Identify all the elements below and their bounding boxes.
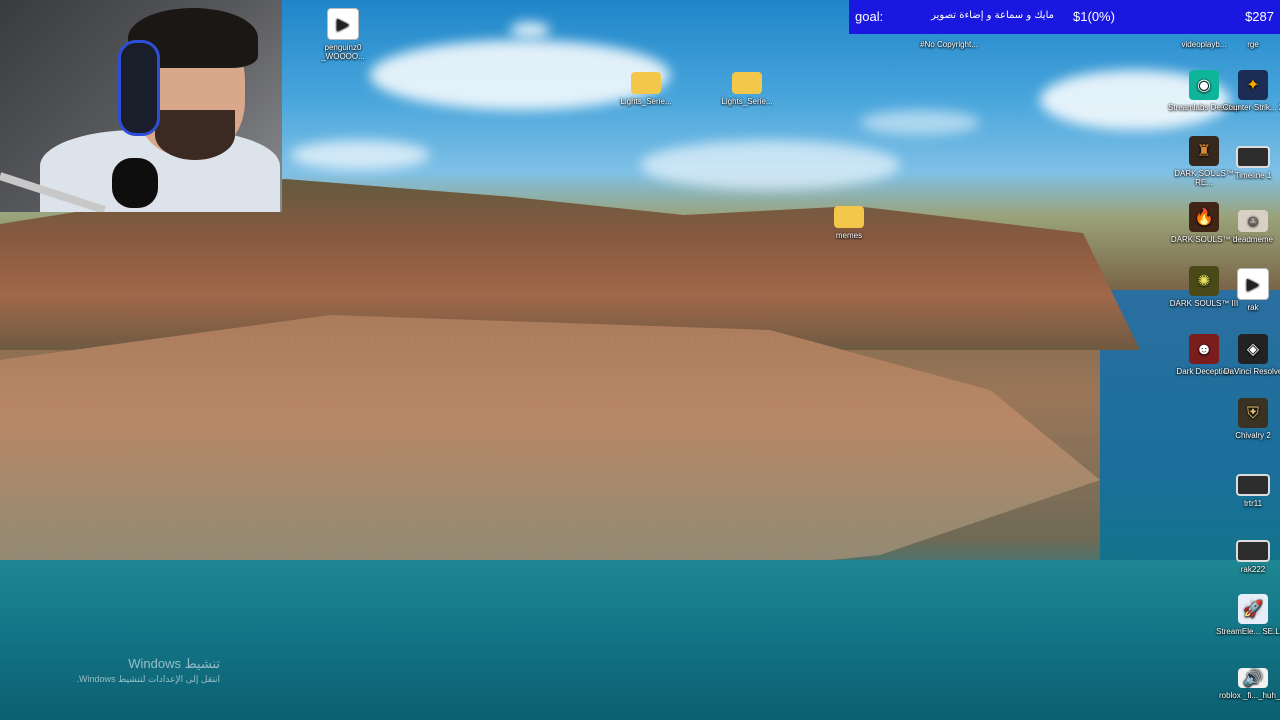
desktop-icon-counter-strike-2[interactable]: ✦ Counter-Strik... 2 [1216,70,1280,112]
video-icon [1236,146,1270,168]
davinci-icon: ◈ [1238,334,1268,364]
folder-icon [732,72,762,94]
sea [0,560,1280,720]
cloud [860,110,980,135]
goal-amount: $1(0%) [1073,9,1115,24]
microphone-icon [112,158,158,208]
video-icon [1236,474,1270,496]
goal-label: goal: [855,9,884,24]
desktop-icon-no-copyright[interactable]: #No Copyright... [912,40,986,49]
speaker-icon: 🔊 [1238,668,1268,688]
desktop-icon-timeline-1[interactable]: Timeline 1 [1216,146,1280,180]
desktop-icon-rak222[interactable]: rak222 [1216,540,1280,574]
dark-souls-icon: 🔥 [1189,202,1219,232]
image-icon: ☺ [1238,210,1268,232]
desktop-icon-davinci-resolve[interactable]: ◈ DaVinci Resolve [1216,334,1280,376]
desktop-icon-penguinz0[interactable]: ▶ penguinz0 _WOOOO... [306,8,380,61]
cloud [640,140,900,190]
desktop-icon-lights-2[interactable]: Lights_Serie... [710,66,784,106]
shield-icon: ⛨ [1238,398,1268,428]
desktop-icon-trtr11[interactable]: trtr11 [1216,474,1280,508]
desktop-icon-chivalry-2[interactable]: ⛨ Chivalry 2 [1216,398,1280,440]
desktop-icon-lights-1[interactable]: Lights_Serie... [609,66,683,106]
activation-subtitle: انتقل إلى الإعدادات لتنشيط Windows. [76,674,220,684]
folder-icon [834,206,864,228]
desktop-icon-roblox-huh[interactable]: 🔊 roblox _fi..._huh_... [1216,668,1280,700]
dark-souls-icon: ♜ [1189,136,1219,166]
dark-souls-icon: ✺ [1189,266,1219,296]
dark-deception-icon: ☻ [1189,334,1219,364]
rocket-icon: 🚀 [1238,594,1268,624]
counter-strike-icon: ✦ [1238,70,1268,100]
headset-icon [118,40,160,136]
goal-text: مايك و سماعة و إضاءة تصوير [931,10,1054,21]
play-file-icon: ▶ [1237,268,1269,300]
webcam-beard [155,110,235,160]
activation-title: تنشيط Windows [128,656,220,671]
desktop-icon-rge[interactable]: rge [1216,40,1280,49]
cloud [290,140,430,170]
windows-activation-watermark: تنشيط Windows انتقل إلى الإعدادات لتنشيط… [20,656,220,685]
webcam-overlay [0,0,282,212]
streamlabs-icon: ◉ [1189,70,1219,100]
video-icon [1236,540,1270,562]
donation-goal-bar: goal: مايك و سماعة و إضاءة تصوير $1(0%) … [849,0,1280,34]
folder-icon [631,72,661,94]
play-file-icon: ▶ [327,8,359,40]
goal-total: $287 [1245,9,1274,24]
desktop-icon-rak[interactable]: ▶ rak [1216,268,1280,312]
cloud [510,22,550,38]
desktop-icon-streamelements[interactable]: 🚀 StreamEle... SE.Live [1216,594,1280,636]
desktop-icon-deadmeme[interactable]: ☺ deadmeme [1216,210,1280,244]
desktop-icon-memes[interactable]: memes [812,200,886,240]
